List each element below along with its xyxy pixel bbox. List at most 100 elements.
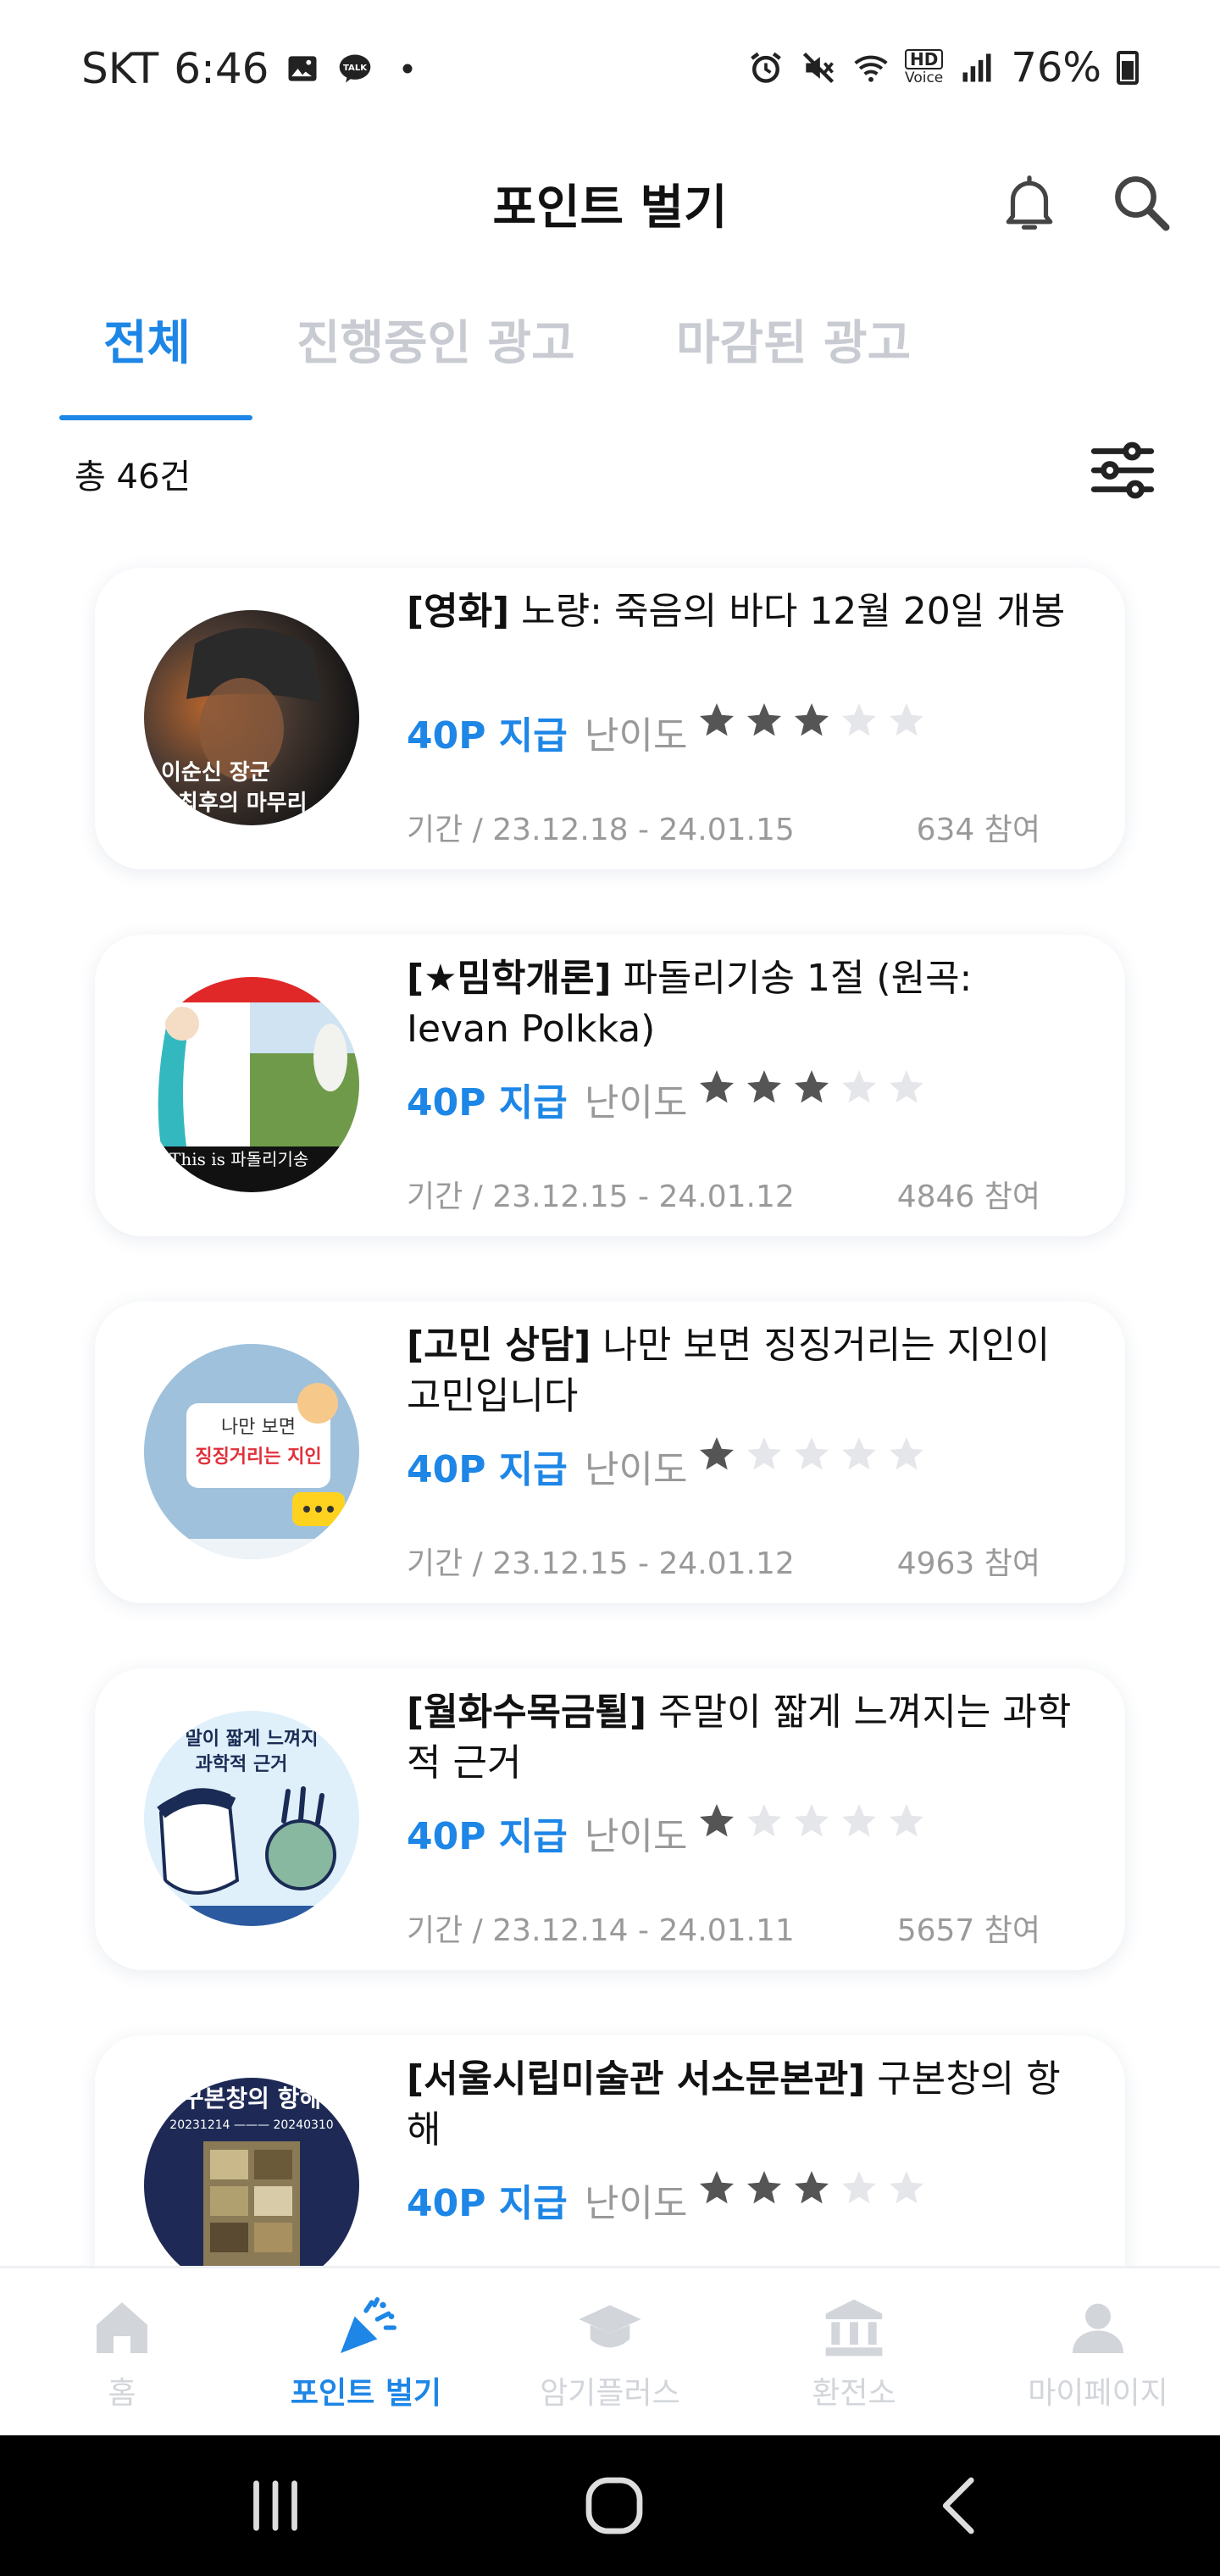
star-filled-icon: [700, 1804, 734, 1837]
difficulty-stars: [696, 1067, 927, 1108]
total-count: 총 46건: [75, 458, 191, 497]
tab-ongoing[interactable]: 진행중인 광고: [297, 305, 575, 374]
ad-thumbnail: 이순신 장군 최후의 마무리: [144, 610, 359, 825]
ad-category: [고민 상담]: [407, 1324, 591, 1367]
points-reward: 40P 지급: [407, 1448, 568, 1491]
battery-icon: [1117, 51, 1139, 85]
star-empty-icon: [747, 1804, 781, 1837]
star-filled-icon: [700, 1070, 734, 1103]
participant-count: 5657 참여: [896, 1913, 1040, 1948]
nav-label: 홈: [108, 2376, 136, 2411]
movie-poster-image: 이순신 장군 최후의 마무리: [144, 610, 359, 825]
thumb-caption: This is 파돌리기송: [169, 1149, 308, 1169]
participant-count: 4963 참여: [896, 1546, 1040, 1581]
wifi-icon: [854, 55, 888, 82]
star-empty-icon: [842, 1070, 876, 1103]
star-empty-icon: [890, 2171, 923, 2204]
tab-active-indicator: [59, 415, 252, 420]
status-bar: SKT 6:46 TALK HD Voice 76%: [0, 0, 1220, 144]
tab-all[interactable]: 전체: [103, 305, 191, 374]
notification-button[interactable]: [991, 164, 1068, 241]
ad-card[interactable]: 나만 보면 징징거리는 지인 [고민 상담] 나만 보면 징징거리는 지인이 고…: [95, 1302, 1125, 1603]
thumb-text-1: 말이 짧게 느껴지: [186, 1729, 319, 1750]
difficulty-stars: [696, 1434, 927, 1474]
kakaotalk-icon: TALK: [340, 54, 371, 83]
star-filled-icon: [747, 2171, 781, 2204]
star-filled-icon: [795, 2171, 829, 2204]
ad-card[interactable]: 이순신 장군 최후의 마무리 [영화] 노량: 죽음의 바다 12월 20일 개…: [95, 568, 1125, 869]
thumb-text-1: 구본창의 항해: [182, 2085, 321, 2112]
filter-button[interactable]: [1084, 432, 1161, 508]
ad-card[interactable]: This is 파돌리기송 [★밈학개론] 파돌리기송 1절 (원곡: Ieva…: [95, 935, 1125, 1236]
difficulty-stars: [696, 2168, 927, 2208]
ad-card[interactable]: 말이 짧게 느껴지 과학적 근거 [월화수목금퇼] 주말이 짧게 느껴지는 과학…: [95, 1668, 1125, 1970]
star-filled-icon: [795, 703, 829, 736]
star-empty-icon: [842, 1437, 876, 1470]
ad-title: [고민 상담] 나만 보면 징징거리는 지인이 고민입니다: [407, 1324, 1051, 1418]
points-reward: 40P 지급: [407, 1081, 568, 1124]
ad-title: [영화] 노량: 죽음의 바다 12월 20일 개봉: [407, 590, 1066, 633]
thumb-text-2: 징징거리는 지인: [195, 1446, 321, 1468]
star-empty-icon: [890, 703, 923, 736]
ad-category: [월화수목금퇼]: [407, 1690, 647, 1734]
ad-thumbnail: 말이 짧게 느껴지 과학적 근거: [144, 1711, 359, 1926]
difficulty-label: 난이도: [585, 714, 688, 758]
back-icon[interactable]: [923, 2468, 1000, 2544]
system-navigation-bar: [0, 2435, 1220, 2576]
alarm-icon: [751, 52, 781, 83]
hd-voice-icon: HD Voice: [904, 49, 944, 86]
participant-count: 4846 참여: [896, 1180, 1040, 1214]
star-filled-icon: [795, 1070, 829, 1103]
nav-memorize-plus[interactable]: 암기플러스: [488, 2268, 732, 2438]
ad-period: 기간 / 23.12.18 - 24.01.15: [407, 813, 795, 847]
nav-label: 마이페이지: [1028, 2376, 1168, 2411]
bank-icon: [825, 2299, 883, 2357]
svg-text:최후의 마무리: 최후의 마무리: [178, 791, 308, 816]
ad-category: [★밈학개론]: [407, 957, 612, 1000]
difficulty-stars: [696, 1801, 927, 1841]
thumb-text-1: 나만 보면: [221, 1417, 296, 1438]
ad-category: [서울시립미술관 서소문본관]: [407, 2057, 866, 2101]
svg-text:TALK: TALK: [343, 64, 368, 73]
dot-icon: [402, 64, 413, 74]
thumb-text-2: 20231214 ——— 20240310: [169, 2118, 333, 2132]
bell-icon: [1006, 175, 1053, 230]
points-reward: 40P 지급: [407, 2182, 568, 2225]
graduation-cap-icon: [579, 2305, 641, 2348]
star-empty-icon: [795, 1437, 829, 1470]
star-empty-icon: [842, 1804, 876, 1837]
nav-earn-points[interactable]: 포인트 벌기: [244, 2268, 488, 2438]
ad-title: [서울시립미술관 서소문본관] 구본창의 항해: [407, 2057, 1061, 2151]
nav-label: 포인트 벌기: [290, 2376, 442, 2411]
star-filled-icon: [700, 1437, 734, 1470]
nav-my-page[interactable]: 마이페이지: [976, 2268, 1220, 2438]
app-header: 포인트 벌기: [0, 144, 1220, 263]
star-empty-icon: [890, 1437, 923, 1470]
battery-percent: 76%: [1011, 44, 1101, 92]
points-reward: 40P 지급: [407, 1815, 568, 1858]
ad-title: [월화수목금퇼] 주말이 짧게 느껴지는 과학적 근거: [407, 1690, 1072, 1785]
exhibition-poster-image: 구본창의 항해 20231214 ——— 20240310: [144, 2078, 359, 2293]
star-filled-icon: [700, 703, 734, 736]
nav-label: 암기플러스: [540, 2376, 680, 2411]
svg-text:이순신 장군: 이순신 장군: [161, 760, 270, 786]
star-empty-icon: [747, 1437, 781, 1470]
tab-closed[interactable]: 마감된 광고: [676, 305, 911, 374]
ad-period: 기간 / 23.12.14 - 24.01.11: [407, 1913, 795, 1948]
points-reward: 40P 지급: [407, 714, 568, 758]
participant-count: 634 참여: [916, 813, 1040, 847]
difficulty-label: 난이도: [585, 1815, 688, 1858]
clock: 6:46: [174, 44, 269, 93]
search-button[interactable]: [1103, 164, 1179, 241]
science-comic-image: 말이 짧게 느껴지 과학적 근거: [144, 1711, 359, 1926]
difficulty-label: 난이도: [585, 1081, 688, 1124]
home-button-icon[interactable]: [576, 2468, 652, 2544]
star-filled-icon: [747, 1070, 781, 1103]
nav-exchange[interactable]: 환전소: [732, 2268, 976, 2438]
ad-period: 기간 / 23.12.15 - 24.01.12: [407, 1546, 795, 1581]
status-left: SKT 6:46 TALK: [81, 44, 426, 93]
advice-card-image: 나만 보면 징징거리는 지인: [144, 1344, 359, 1559]
recent-apps-icon[interactable]: [237, 2468, 313, 2544]
thumb-text-2: 과학적 근거: [196, 1754, 288, 1775]
nav-home[interactable]: 홈: [0, 2268, 244, 2438]
